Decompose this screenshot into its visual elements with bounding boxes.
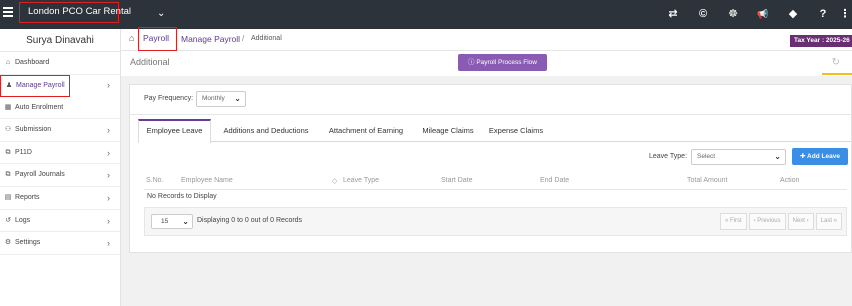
tag-icon[interactable]: ◆ [778, 7, 808, 21]
megaphone-icon[interactable]: 📢 [748, 7, 778, 21]
sidebar-item-label: Dashboard [15, 59, 50, 66]
empty-grid-message: No Records to Display [147, 193, 217, 200]
hamburger-menu-icon[interactable] [3, 7, 13, 17]
users-icon: ⚇ [4, 126, 12, 134]
copy-icon: ⧉ [5, 171, 11, 179]
column-action: Action [780, 177, 800, 184]
user-icon: ♟ [5, 81, 13, 89]
history-icon: ↺ [5, 216, 11, 224]
sort-icon[interactable]: ◇ [332, 177, 337, 185]
sidebar-item-auto-enrolment[interactable]: ▦ Auto Enrolment [0, 97, 120, 120]
chevron-right-icon: › [107, 170, 110, 181]
sidebar-item-label: Settings [15, 239, 41, 247]
breadcrumb: ⌂ Payroll Manage Payroll / Additional Ta… [121, 27, 852, 51]
column-end-date[interactable]: End Date [540, 177, 569, 184]
sidebar-item-p11d[interactable]: ⧉ P11D › [0, 142, 120, 165]
chevron-down-icon: ⌄ [774, 152, 781, 161]
tab-bar: Employee Leave Additions and Deductions … [138, 119, 851, 143]
breadcrumb-separator: / [242, 34, 245, 43]
chevron-right-icon: › [107, 192, 110, 203]
tab-additions-deductions[interactable]: Additions and Deductions [218, 119, 314, 142]
sidebar-item-label: Reports [15, 193, 40, 201]
next-page-button[interactable]: Next › [787, 213, 814, 230]
users-cog-icon[interactable]: ☸ [718, 7, 748, 21]
first-page-button[interactable]: « First [719, 213, 747, 230]
sidebar-item-label: P11D [15, 148, 32, 156]
home-icon[interactable]: ⌂ [129, 33, 134, 43]
refresh-icon[interactable]: ↻ [832, 57, 840, 68]
sidebar-item-label: Auto Enrolment [15, 103, 64, 111]
menu-dots-icon[interactable]: ⋮ [838, 7, 852, 21]
leave-type-value: Select [697, 153, 716, 160]
chevron-right-icon: › [107, 125, 110, 136]
accent-underline [822, 73, 852, 75]
topbar-icon-group: ⇄ © ☸ 📢 ◆ ? ⋮ [658, 7, 852, 21]
pay-frequency-label: Pay Frequency: [144, 95, 194, 102]
pagination-info: Displaying 0 to 0 out of 0 Records [197, 217, 303, 224]
chevron-down-icon: ⌄ [234, 94, 241, 103]
column-leave-type[interactable]: Leave Type [343, 177, 379, 184]
tab-mileage-claims[interactable]: Mileage Claims [418, 119, 478, 142]
leave-type-label: Leave Type: [649, 153, 688, 160]
grid-icon: ▦ [4, 103, 12, 111]
copy-icon: ⧉ [5, 148, 11, 156]
home-icon: ⌂ [5, 59, 11, 66]
sidebar-item-logs[interactable]: ↺ Logs › [0, 210, 120, 233]
chevron-down-icon[interactable]: ⌄ [157, 8, 165, 19]
leave-type-select[interactable]: Select ⌄ [691, 149, 786, 165]
sidebar-item-submission[interactable]: ⚇ Submission › [0, 119, 120, 142]
sidebar-item-label: Payroll Journals [15, 171, 65, 179]
sidebar-item-payroll-journals[interactable]: ⧉ Payroll Journals › [0, 164, 120, 187]
gear-icon: ⚙ [4, 239, 12, 247]
page-header: Additional ⓘ Payroll Process Flow ↻ [121, 51, 852, 76]
company-selector[interactable]: London PCO Car Rental [19, 2, 131, 23]
chevron-right-icon: › [107, 238, 110, 249]
last-page-button[interactable]: Last » [815, 213, 842, 230]
grid-header: S.No. Employee Name ◇ Leave Type Start D… [144, 174, 847, 190]
page-title: Additional [130, 57, 170, 67]
add-leave-button[interactable]: ✚ Add Leave [792, 148, 848, 165]
chevron-right-icon: › [107, 215, 110, 226]
user-name: Surya Dinavahi [0, 29, 120, 52]
breadcrumb-current: Additional [251, 35, 282, 42]
help-icon[interactable]: ? [808, 7, 838, 21]
payroll-process-flow-label: Payroll Process Flow [476, 59, 537, 66]
pay-frequency-value: Monthly [202, 95, 225, 102]
sidebar-item-reports[interactable]: ▤ Reports › [0, 187, 120, 210]
tab-expense-claims[interactable]: Expense Claims [486, 119, 546, 142]
breadcrumb-payroll-link[interactable]: Payroll [138, 27, 177, 51]
page-size-value: 15 [161, 218, 169, 225]
copyright-icon[interactable]: © [688, 7, 718, 21]
sidebar-item-manage-payroll[interactable]: ♟ Manage Payroll [0, 74, 70, 97]
column-employee-name[interactable]: Employee Name [181, 177, 233, 184]
pagination-bar: 15 ⌄ Displaying 0 to 0 out of 0 Records … [144, 207, 847, 236]
page-size-select[interactable]: 15 ⌄ [151, 214, 193, 229]
tax-year-badge: Tax Year : 2025-26 [790, 35, 852, 47]
column-total-amount[interactable]: Total Amount [687, 177, 727, 184]
column-start-date[interactable]: Start Date [441, 177, 473, 184]
tab-employee-leave[interactable]: Employee Leave [138, 119, 211, 143]
sidebar-item-dashboard[interactable]: ⌂ Dashboard [0, 52, 120, 75]
tab-attachment-of-earning[interactable]: Attachment of Earning [322, 119, 410, 142]
column-sno[interactable]: S.No. [146, 177, 164, 184]
chevron-down-icon: ⌄ [182, 217, 189, 226]
sidebar: Surya Dinavahi ⌂ Dashboard ♟ Manage Payr… [0, 29, 121, 306]
sidebar-item-settings[interactable]: ⚙ Settings › [0, 232, 120, 255]
sidebar-item-label: Submission [15, 126, 52, 134]
transfer-icon[interactable]: ⇄ [658, 7, 688, 21]
report-icon: ▤ [4, 193, 12, 201]
divider [130, 114, 851, 115]
pagination-buttons: « First ‹ Previous Next › Last » [718, 213, 842, 230]
sidebar-item-label: Logs [15, 216, 31, 224]
chevron-right-icon: › [107, 147, 110, 158]
pay-frequency-select[interactable]: Monthly ⌄ [196, 91, 246, 107]
previous-page-button[interactable]: ‹ Previous [748, 213, 786, 230]
additional-panel: Pay Frequency: Monthly ⌄ Employee Leave … [129, 84, 852, 253]
manage-payroll-arrow: › [107, 80, 110, 90]
breadcrumb-manage-payroll-link[interactable]: Manage Payroll [181, 34, 240, 44]
top-navbar: London PCO Car Rental ⌄ ⇄ © ☸ 📢 ◆ ? ⋮ [0, 0, 852, 29]
sidebar-item-label: Manage Payroll [16, 81, 65, 89]
payroll-process-flow-button[interactable]: ⓘ Payroll Process Flow [458, 54, 547, 71]
